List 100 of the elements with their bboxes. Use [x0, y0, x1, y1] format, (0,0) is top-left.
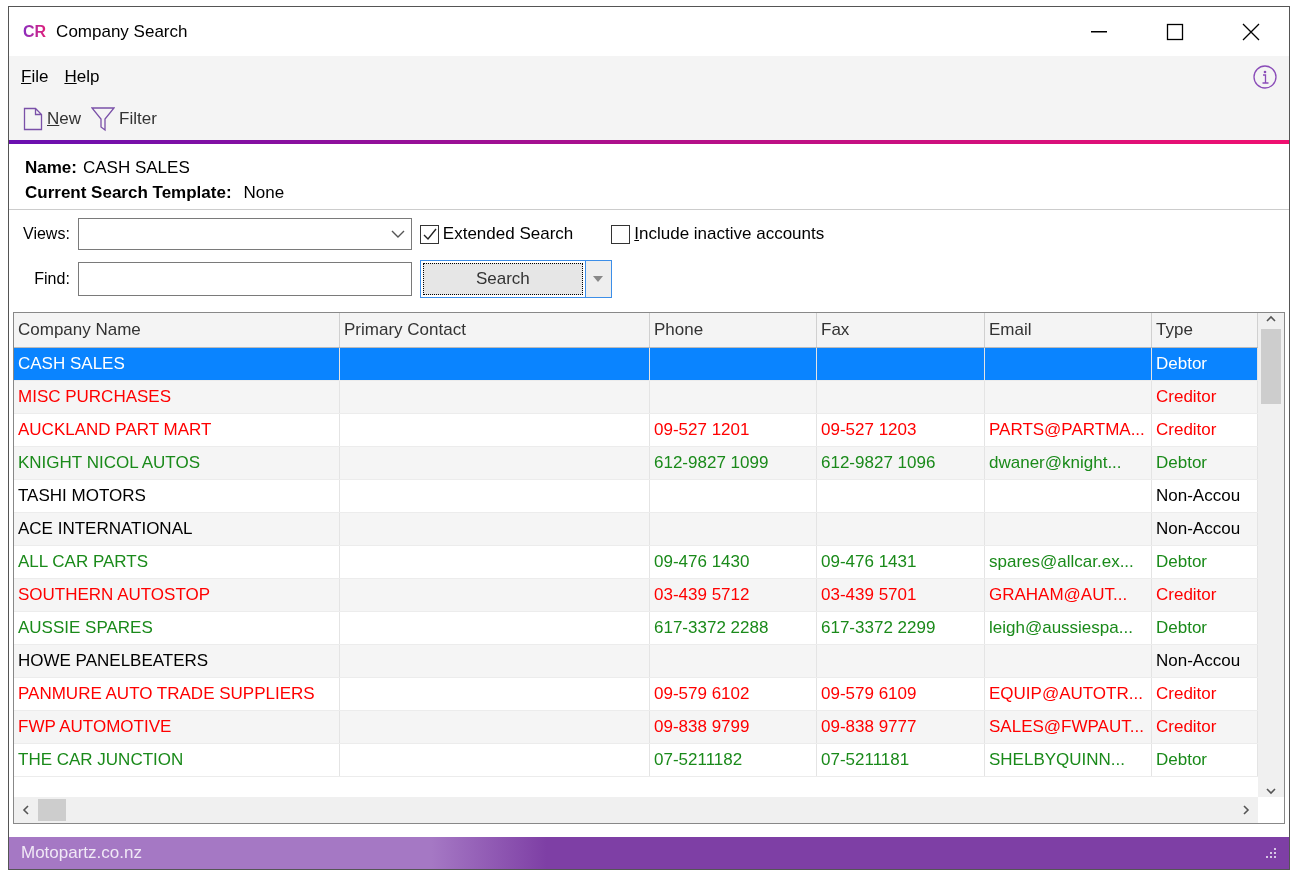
- table-row[interactable]: FWP AUTOMOTIVE 09-838 9799 09-838 9777 SALES@FWPAUT... Creditor: [14, 711, 1258, 744]
- table-cell: Debtor: [1156, 618, 1208, 638]
- table-cell: dwaner@knight...: [989, 453, 1122, 473]
- search-dropdown-button[interactable]: [584, 261, 611, 297]
- table-cell: 09-838 9799: [654, 717, 750, 737]
- table-cell: 612-9827 1096: [821, 453, 936, 473]
- menu-item[interactable]: File: [21, 67, 49, 87]
- info-icon[interactable]: [1253, 65, 1277, 89]
- table-cell: Creditor: [1156, 684, 1217, 704]
- filter-icon: [91, 106, 115, 132]
- table-cell: leigh@aussiespa...: [989, 618, 1133, 638]
- scroll-down-icon[interactable]: [1265, 785, 1277, 797]
- views-label: Views:: [23, 225, 70, 243]
- minimize-icon: [1090, 30, 1108, 33]
- table-cell: 07-5211182: [654, 750, 743, 770]
- checkbox[interactable]: [419, 224, 439, 244]
- table-cell: 617-3372 2299: [821, 618, 936, 638]
- table-cell: 09-579 6102: [654, 684, 750, 704]
- table-row[interactable]: SOUTHERN AUTOSTOP 03-439 5712 03-439 5701 GRAHAM@AUT... Creditor: [14, 579, 1258, 612]
- caret-icon: [593, 276, 604, 282]
- toolbar-button[interactable]: New: [21, 107, 83, 131]
- scroll-right-icon[interactable]: [1240, 804, 1252, 816]
- table-cell: 03-439 5701: [821, 585, 917, 605]
- name-label: Name:: [25, 158, 77, 178]
- resize-grip-icon[interactable]: [1265, 847, 1277, 859]
- table-cell: MISC PURCHASES: [18, 387, 172, 407]
- document-icon: [23, 107, 43, 131]
- scrollbar-thumb[interactable]: [1261, 329, 1281, 404]
- table-cell: Debtor: [1156, 354, 1208, 374]
- table-row[interactable]: MISC PURCHASES Creditor: [14, 381, 1258, 414]
- toolbar-button[interactable]: Filter: [89, 106, 159, 132]
- window-title: Company Search: [56, 21, 189, 42]
- table-cell: SOUTHERN AUTOSTOP: [18, 585, 211, 605]
- table-cell: SHELBYQUINN...: [989, 750, 1126, 770]
- table-cell: 09-579 6109: [821, 684, 917, 704]
- table-cell: TASHI MOTORS: [18, 486, 146, 506]
- status-text: Motopartz.co.nz: [21, 843, 142, 863]
- table-cell: spares@allcar.ex...: [989, 552, 1134, 572]
- checkbox-label: Include inactive accounts: [634, 224, 825, 244]
- close-icon: [1242, 22, 1260, 41]
- table-cell: EQUIP@AUTOTR...: [989, 684, 1143, 704]
- table-cell: 617-3372 2288: [654, 618, 769, 638]
- horizontal-scrollbar[interactable]: [14, 797, 1258, 823]
- table-cell: AUSSIE SPARES: [18, 618, 153, 638]
- table-row[interactable]: HOWE PANELBEATERS Non-Accou: [14, 645, 1258, 678]
- column-header[interactable]: Primary Contact: [340, 313, 650, 347]
- table-row[interactable]: CASH SALES Debtor: [14, 348, 1258, 381]
- table-cell: Non-Accou: [1156, 651, 1241, 671]
- find-field[interactable]: [77, 262, 412, 296]
- column-header[interactable]: Phone: [650, 313, 817, 347]
- table-cell: ALL CAR PARTS: [18, 552, 149, 572]
- checkbox-label: Extended Search: [442, 224, 574, 244]
- table-cell: Debtor: [1156, 750, 1208, 770]
- table-row[interactable]: AUCKLAND PART MART 09-527 1201 09-527 1203 PARTS@PARTMA... Creditor: [14, 414, 1258, 447]
- table-cell: PARTS@PARTMA...: [989, 420, 1145, 440]
- table-cell: Creditor: [1156, 420, 1217, 440]
- table-row[interactable]: ALL CAR PARTS 09-476 1430 09-476 1431 spares@allcar.ex... Debtor: [14, 546, 1258, 579]
- table-cell: 09-838 9777: [821, 717, 917, 737]
- table-row[interactable]: THE CAR JUNCTION 07-5211182 07-5211181 SHELBYQUINN... Debtor: [14, 744, 1258, 777]
- table-cell: PANMURE AUTO TRADE SUPPLIERS: [18, 684, 315, 704]
- table-cell: THE CAR JUNCTION: [18, 750, 184, 770]
- scroll-left-icon[interactable]: [20, 804, 32, 816]
- table-cell: CASH SALES: [18, 354, 125, 374]
- maximize-icon: [1166, 22, 1184, 41]
- table-cell: 03-439 5712: [654, 585, 750, 605]
- table-cell: Creditor: [1156, 585, 1217, 605]
- table-row[interactable]: PANMURE AUTO TRADE SUPPLIERS 09-579 6102 09-579 6109 EQUIP@AUTOTR... Creditor: [14, 678, 1258, 711]
- vertical-scrollbar[interactable]: [1258, 313, 1284, 797]
- table-row[interactable]: KNIGHT NICOL AUTOS 612-9827 1099 612-9827 1096 dwaner@knight... Debtor: [14, 447, 1258, 480]
- column-header[interactable]: Company Name: [14, 313, 340, 347]
- scrollbar-thumb[interactable]: [38, 799, 66, 821]
- checkbox[interactable]: [611, 224, 631, 244]
- template-label: Current Search Template:: [25, 183, 232, 203]
- table-cell: Debtor: [1156, 453, 1208, 473]
- table-cell: FWP AUTOMOTIVE: [18, 717, 172, 737]
- template-value: None: [243, 183, 285, 203]
- table-row[interactable]: AUSSIE SPARES 617-3372 2288 617-3372 2299 leigh@aussiespa... Debtor: [14, 612, 1258, 645]
- table-cell: 09-476 1430: [654, 552, 750, 572]
- column-header[interactable]: Email: [985, 313, 1152, 347]
- table-cell: KNIGHT NICOL AUTOS: [18, 453, 200, 473]
- table-cell: SALES@FWPAUT...: [989, 717, 1144, 737]
- table-row[interactable]: TASHI MOTORS Non-Accou: [14, 480, 1258, 513]
- menu-item[interactable]: Help: [64, 67, 100, 87]
- views-dropdown[interactable]: [77, 218, 412, 250]
- search-button[interactable]: Search: [422, 263, 583, 295]
- table-cell: 09-476 1431: [821, 552, 917, 572]
- table-cell: Creditor: [1156, 387, 1217, 407]
- table-cell: HOWE PANELBEATERS: [18, 651, 209, 671]
- name-value: CASH SALES: [82, 158, 190, 178]
- table-cell: Debtor: [1156, 552, 1208, 572]
- table-cell: Creditor: [1156, 717, 1217, 737]
- find-label: Find:: [34, 270, 70, 288]
- table-cell: GRAHAM@AUT...: [989, 585, 1128, 605]
- chevron-down-icon: [390, 229, 405, 239]
- table-cell: 612-9827 1099: [654, 453, 769, 473]
- column-header[interactable]: Fax: [817, 313, 985, 347]
- table-row[interactable]: ACE INTERNATIONAL Non-Accou: [14, 513, 1258, 546]
- table-cell: Non-Accou: [1156, 519, 1241, 539]
- table-cell: 09-527 1201: [654, 420, 750, 440]
- table-cell: Non-Accou: [1156, 486, 1241, 506]
